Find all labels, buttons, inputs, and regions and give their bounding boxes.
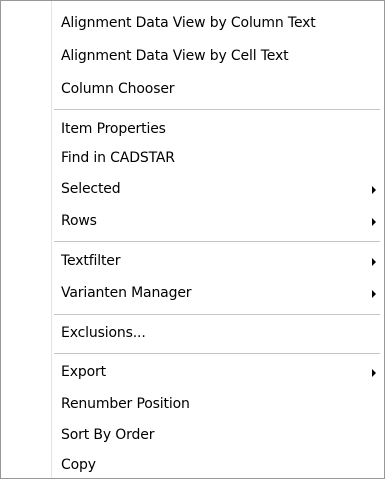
- menu-item-label: Sort By Order: [61, 427, 155, 443]
- menu-separator: [54, 241, 380, 242]
- menu-item-label: Copy: [61, 457, 96, 473]
- submenu-arrow-icon: [372, 369, 376, 377]
- menu-item-copy[interactable]: Copy: [3, 449, 382, 482]
- menu-item-label: Item Properties: [61, 121, 166, 137]
- menu-item-alignment-column-text[interactable]: Alignment Data View by Column Text: [3, 7, 382, 40]
- menu-item-label: Export: [61, 364, 106, 380]
- menu-separator: [54, 109, 380, 110]
- menu-item-column-chooser[interactable]: Column Chooser: [3, 73, 382, 106]
- menu-item-sort-by-order[interactable]: Sort By Order: [3, 419, 382, 452]
- menu-item-exclusions[interactable]: Exclusions...: [3, 317, 382, 350]
- menu-item-rows[interactable]: Rows: [3, 205, 382, 238]
- menu-item-label: Find in CADSTAR: [61, 150, 175, 166]
- menu-item-label: Alignment Data View by Column Text: [61, 15, 316, 31]
- menu-item-label: Exclusions...: [61, 325, 146, 341]
- menu-item-label: Renumber Position: [61, 396, 190, 412]
- menu-separator: [54, 353, 380, 354]
- menu-item-label: Column Chooser: [61, 81, 175, 97]
- menu-item-label: Rows: [61, 213, 97, 229]
- menu-item-alignment-cell-text[interactable]: Alignment Data View by Cell Text: [3, 40, 382, 73]
- menu-item-label: Selected: [61, 181, 121, 197]
- menu-item-label: Varianten Manager: [61, 285, 192, 301]
- submenu-arrow-icon: [372, 218, 376, 226]
- submenu-arrow-icon: [372, 290, 376, 298]
- menu-item-label: Alignment Data View by Cell Text: [61, 48, 289, 64]
- menu-item-renumber-position[interactable]: Renumber Position: [3, 388, 382, 421]
- menu-item-varianten-manager[interactable]: Varianten Manager: [3, 277, 382, 310]
- menu-item-label: Textfilter: [61, 253, 121, 269]
- menu-item-find-in-cadstar[interactable]: Find in CADSTAR: [3, 142, 382, 175]
- menu-item-selected[interactable]: Selected: [3, 173, 382, 206]
- submenu-arrow-icon: [372, 258, 376, 266]
- context-menu: Alignment Data View by Column Text Align…: [0, 0, 385, 479]
- submenu-arrow-icon: [372, 186, 376, 194]
- menu-item-export[interactable]: Export: [3, 356, 382, 389]
- menu-item-textfilter[interactable]: Textfilter: [3, 245, 382, 278]
- menu-separator: [54, 314, 380, 315]
